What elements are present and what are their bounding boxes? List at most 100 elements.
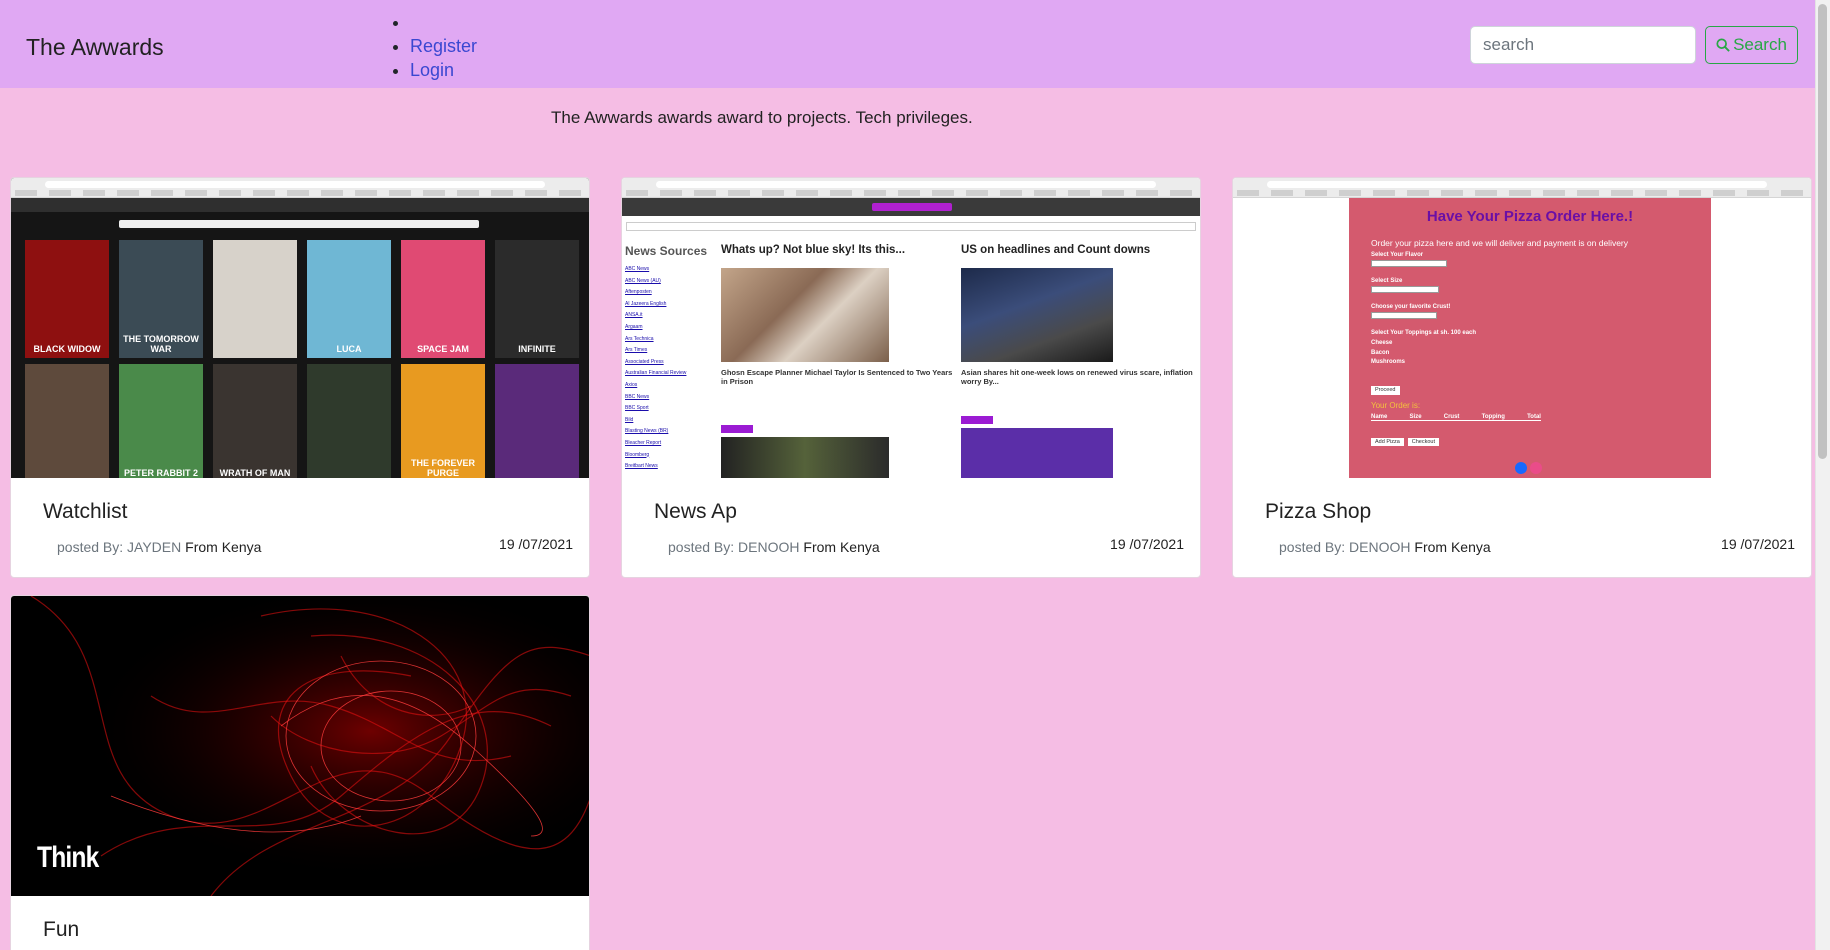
crust-select: [1371, 312, 1437, 319]
think-logo: Think: [37, 841, 99, 874]
article-caption-2: Asian shares hit one-week lows on renewe…: [961, 368, 1193, 386]
browser-chrome: [1233, 178, 1811, 198]
project-preview-image[interactable]: Think: [11, 596, 589, 896]
app-navbar: [11, 198, 589, 212]
project-preview-image[interactable]: BLACK WIDOW THE TOMORROW WAR LUCA SPACE JAM…: [11, 178, 589, 478]
project-card-pizza-shop[interactable]: Have Your Pizza Order Here.! Order your …: [1232, 177, 1812, 578]
column-heading-2: US on headlines and Count downs: [961, 244, 1151, 256]
source-link: BBC Sport: [625, 405, 649, 412]
read-more-button-1: [721, 425, 753, 433]
movie-poster: PETER RABBIT 2: [119, 364, 203, 478]
brand-logo[interactable]: The Awwards: [26, 34, 164, 61]
search-input[interactable]: [1470, 26, 1696, 64]
column-heading-1: Whats up? Not blue sky! Its this...: [721, 244, 906, 256]
article-caption-1: Ghosn Escape Planner Michael Taylor Is S…: [721, 368, 953, 386]
project-card-news-ap[interactable]: News Sources ABC News ABC News (AU) Aftenp…: [621, 177, 1201, 578]
source-link: Al Jazeera English: [625, 300, 667, 307]
project-preview-image[interactable]: News Sources ABC News ABC News (AU) Aftenp…: [622, 178, 1200, 478]
flavor-select: [1371, 260, 1447, 267]
card-date: 19 /07/2021: [499, 536, 573, 552]
article-image-3: [721, 437, 889, 478]
page-scrollbar[interactable]: [1815, 0, 1830, 950]
browser-chrome: [622, 178, 1200, 198]
toppings-label: Select Your Toppings at sh. 100 each: [1371, 330, 1477, 336]
card-title: Watchlist: [43, 500, 128, 523]
app-header: [622, 198, 1200, 216]
topping-option: Mushrooms: [1371, 359, 1406, 365]
nav-item-register: Register: [410, 34, 477, 58]
order-action-button: Add Pizza: [1371, 438, 1404, 446]
project-preview-image[interactable]: Have Your Pizza Order Here.! Order your …: [1233, 178, 1811, 478]
card-title: Pizza Shop: [1265, 500, 1372, 523]
size-select: [1371, 286, 1439, 293]
movie-poster: THE TOMORROW WAR: [119, 240, 203, 358]
card-date: 19 /07/2021: [1721, 536, 1795, 552]
topping-option: Cheese: [1371, 340, 1393, 346]
scrollbar-thumb[interactable]: [1818, 4, 1827, 459]
behance-icon: [1515, 462, 1527, 474]
order-column-header: Size: [1409, 414, 1422, 420]
toppings-list: Cheese Bacon Mushrooms: [1371, 340, 1405, 369]
source-link: ANSA.it: [625, 312, 643, 319]
movie-poster: LUCA: [307, 240, 391, 358]
order-action-button: Checkout: [1407, 438, 1440, 446]
movie-poster: [495, 364, 579, 478]
source-link: ABC News (AU): [625, 277, 661, 284]
source-link: Bild: [625, 416, 634, 423]
crust-label: Choose your favorite Crust!: [1371, 304, 1451, 310]
pizza-form-panel: Have Your Pizza Order Here.! Order your …: [1349, 198, 1711, 478]
topping-option: Bacon: [1371, 349, 1390, 356]
source-link: Ars Times: [625, 347, 648, 354]
card-title: Fun: [43, 918, 80, 941]
poster-grid: BLACK WIDOW THE TOMORROW WAR LUCA SPACE JAM…: [25, 240, 585, 478]
movie-poster: [307, 364, 391, 478]
dribbble-icon: [1530, 462, 1542, 474]
movie-poster: WRATH OF MAN: [213, 364, 297, 478]
source-link: Bleacher Report: [625, 439, 662, 446]
source-link: Ars Technica: [625, 335, 654, 342]
read-more-button-2: [961, 416, 993, 424]
browser-chrome: [11, 178, 589, 198]
movie-poster: THE FOREVER PURGE: [401, 364, 485, 478]
order-buttons: Add Pizza Checkout: [1371, 438, 1440, 446]
order-column-header: Total: [1527, 414, 1541, 420]
nav-item-empty: [410, 10, 477, 34]
article-image-2: [961, 268, 1113, 362]
flavor-label: Select Your Flavor: [1371, 252, 1424, 258]
register-link[interactable]: Register: [410, 36, 477, 56]
order-column-header: Topping: [1481, 414, 1505, 420]
project-card-watchlist[interactable]: BLACK WIDOW THE TOMORROW WAR LUCA SPACE JAM…: [10, 177, 590, 578]
source-link: Blasting News (BR): [625, 428, 669, 435]
pizza-heading: Have Your Pizza Order Here.!: [1426, 208, 1634, 225]
login-link[interactable]: Login: [410, 60, 454, 80]
pizza-intro: Order your pizza here and we will delive…: [1371, 238, 1629, 248]
movie-poster: [213, 240, 297, 358]
movie-poster: SPACE JAM: [401, 240, 485, 358]
source-link: BBC News: [625, 393, 650, 400]
order-column-header: Name: [1371, 414, 1388, 420]
movie-poster: [25, 364, 109, 478]
navbar: The Awwards Register Login Search: [0, 0, 1815, 88]
page-tagline: The Awwards awards award to projects. Te…: [551, 108, 973, 127]
card-author: posted By: DENOOH From Kenya: [1279, 539, 1491, 555]
proceed-button: Proceed: [1371, 386, 1400, 395]
project-card-fun[interactable]: Think Fun: [10, 595, 590, 950]
sources-list: ABC News ABC News (AU) Aftenposten Al Jazee…: [625, 266, 715, 475]
nav-list: Register Login: [410, 10, 477, 82]
source-link: Argaam: [625, 323, 643, 330]
size-label: Select Size: [1371, 278, 1403, 284]
card-author: posted By: JAYDEN From Kenya: [57, 539, 262, 555]
source-link: Axios: [625, 381, 638, 388]
source-link: Aftenposten: [625, 289, 652, 296]
search-button[interactable]: Search: [1705, 26, 1798, 64]
order-column-header: Crust: [1443, 414, 1460, 420]
card-title: News Ap: [654, 500, 737, 523]
source-link: Australian Financial Review: [625, 370, 687, 377]
nav-item-login: Login: [410, 58, 477, 82]
movie-poster: BLACK WIDOW: [25, 240, 109, 358]
card-date: 19 /07/2021: [1110, 536, 1184, 552]
article-image-1: [721, 268, 889, 362]
article-search: [626, 222, 1196, 231]
search-icon: [1716, 38, 1730, 52]
order-table-header: Name Size Crust Topping Total: [1371, 414, 1541, 421]
